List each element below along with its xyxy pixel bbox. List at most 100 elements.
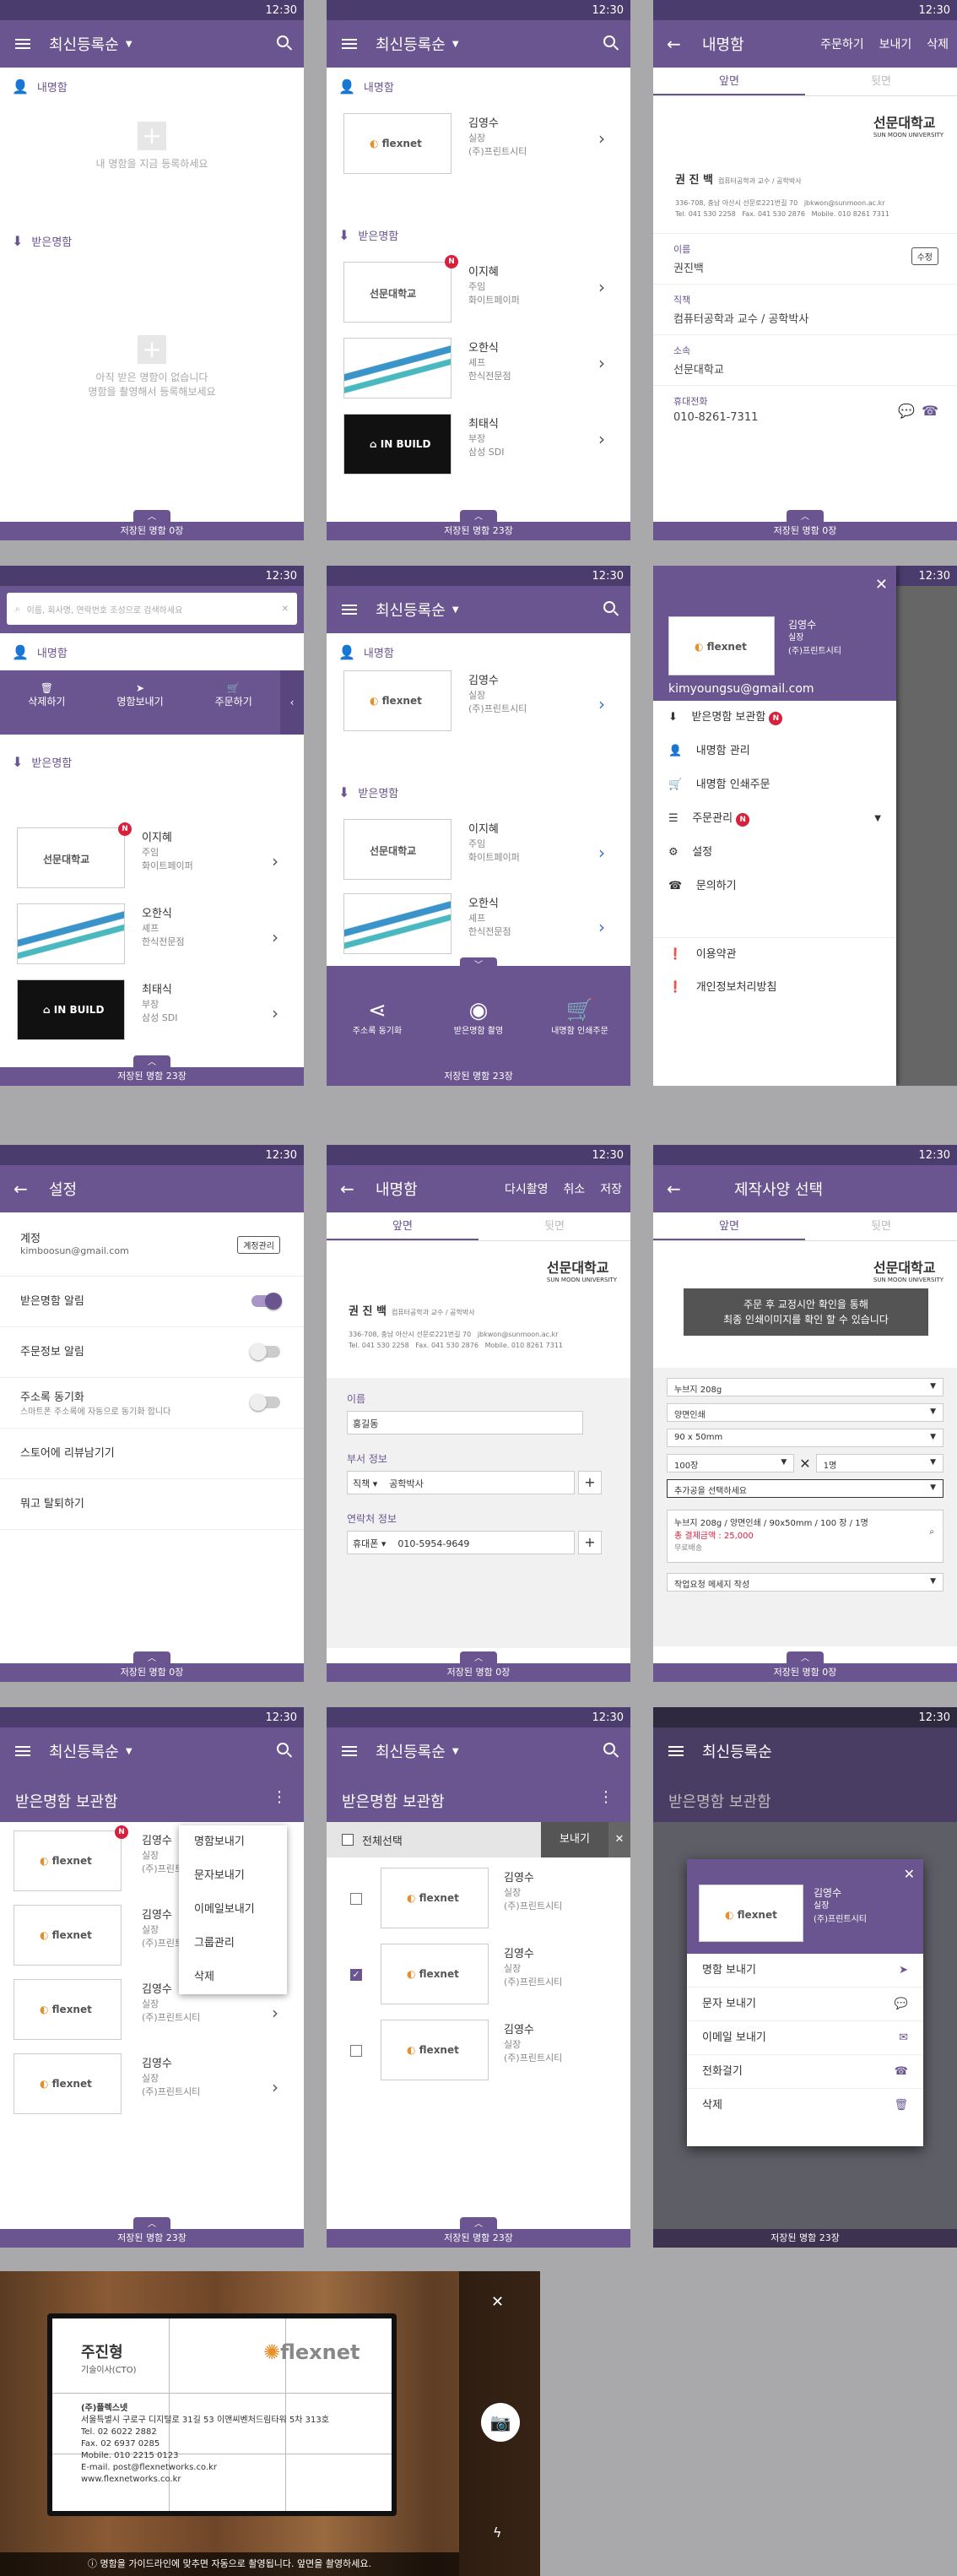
print-order-button[interactable]: 🛒 내명함 인쇄주문 <box>529 966 630 1067</box>
received-alert-row[interactable]: 받은명함 알림 <box>0 1277 304 1327</box>
chevron-up-icon[interactable]: ︿ <box>133 2217 170 2231</box>
tab-front[interactable]: 앞면 <box>653 68 805 95</box>
order-action[interactable]: 🛒 주문하기 <box>187 670 280 735</box>
menu-icon[interactable] <box>342 39 357 49</box>
chevron-up-icon[interactable]: ︿ <box>787 510 824 523</box>
list-item[interactable]: ◐ flexnet 김영수 실장 (주)프린트시티 › <box>327 105 630 181</box>
sync-row[interactable]: 주소록 동기화 스마트폰 주소록에 자동으로 동기화 합니다 <box>0 1378 304 1429</box>
item-checkbox[interactable] <box>350 1893 362 1905</box>
chevron-up-icon[interactable]: ︿ <box>460 510 497 523</box>
close-icon[interactable]: ✕ <box>875 576 888 594</box>
collapse-icon[interactable]: ‹ <box>280 670 304 735</box>
drawer-item-print[interactable]: 🛒 내명함 인쇄주문 <box>653 768 896 802</box>
my-empty[interactable]: + 내 명함을 지금 등록하세요 <box>0 122 304 171</box>
message-icon[interactable]: 💬 <box>898 403 915 419</box>
capture-card-button[interactable]: ◉ 받은명함 촬영 <box>428 966 529 1067</box>
chevron-up-icon[interactable]: ︿ <box>787 1651 824 1665</box>
send-button[interactable]: 보내기 <box>879 35 912 52</box>
search-icon[interactable] <box>603 601 615 613</box>
cancel-button[interactable]: 취소 <box>563 1180 585 1197</box>
add-icon[interactable]: + <box>138 335 166 364</box>
delete-action[interactable]: 🗑 삭제하기 <box>0 670 94 735</box>
list-item[interactable]: 오한식 셰프 한식전문점 › <box>327 329 630 405</box>
chevron-down-icon[interactable]: ﹀ <box>460 957 497 970</box>
flash-off-icon[interactable]: ϟ <box>493 2524 502 2541</box>
chevron-up-icon[interactable]: ︿ <box>460 1651 497 1665</box>
sort-dropdown[interactable]: 최신등록순 <box>49 1740 119 1762</box>
add-icon[interactable]: + <box>138 122 166 150</box>
review-row[interactable]: 스토어에 리뷰남기기 <box>0 1429 304 1479</box>
tab-back[interactable]: 뒷면 <box>805 68 957 95</box>
list-item[interactable]: ◐ flexnet 김영수 실장 (주)프린트시티 › <box>327 670 630 746</box>
footer[interactable]: ︿ 저장된 명함 23장 <box>327 510 630 540</box>
order-alert-toggle[interactable] <box>250 1343 280 1360</box>
menu-item-sms[interactable]: 문자보내기 <box>179 1859 287 1893</box>
drawer-item-terms[interactable]: ❗ 이용약관 <box>653 937 896 971</box>
search-icon[interactable] <box>277 1743 289 1754</box>
tab-back[interactable]: 뒷면 <box>805 1212 957 1240</box>
name-input[interactable]: 홍길동 <box>347 1411 583 1434</box>
chevron-up-icon[interactable]: ︿ <box>133 510 170 523</box>
menu-item-group[interactable]: 그룹관리 <box>179 1927 287 1960</box>
menu-icon[interactable] <box>15 39 30 49</box>
close-icon[interactable]: ✕ <box>491 2293 504 2311</box>
camera-shutter-button[interactable]: 📷 <box>481 2403 520 2442</box>
menu-icon[interactable] <box>342 1746 357 1756</box>
chevron-up-icon[interactable]: ︿ <box>133 1055 170 1069</box>
chevron-up-icon[interactable]: ︿ <box>460 2217 497 2231</box>
chevron-up-icon[interactable]: ︿ <box>133 1651 170 1665</box>
select-all-checkbox[interactable] <box>342 1834 354 1846</box>
sort-dropdown[interactable]: 최신등록순 <box>49 33 119 55</box>
menu-item-send-card[interactable]: 명함보내기 <box>179 1825 287 1859</box>
footer[interactable]: ︿ 저장된 명함 0장 <box>653 510 957 540</box>
share-email-option[interactable]: 이메일 보내기 ✉ <box>687 2021 923 2055</box>
sort-dropdown[interactable]: 최신등록순 <box>376 33 446 55</box>
back-arrow-icon[interactable]: ← <box>667 34 684 54</box>
call-option[interactable]: 전화걸기 ☎ <box>687 2055 923 2089</box>
search-icon[interactable] <box>603 35 615 47</box>
memo-button[interactable]: 작업요청 메세지 작성 <box>667 1573 943 1592</box>
footer[interactable]: ︿ 저장된 명함 23장 <box>0 2217 304 2248</box>
back-arrow-icon[interactable]: ← <box>14 1179 30 1199</box>
list-item[interactable]: 오한식 셰프 한식전문점 › <box>0 903 304 979</box>
drawer-item-received[interactable]: ⬇ 받은명함 보관함 N <box>653 701 896 735</box>
people-select[interactable]: 1명 <box>815 1454 943 1472</box>
footer[interactable]: ︿ 저장된 명함 0장 <box>0 1651 304 1682</box>
footer[interactable]: ︿ 저장된 명함 0장 <box>327 1651 630 1682</box>
footer[interactable]: ︿ 저장된 명함 0장 <box>653 1651 957 1682</box>
sync-contacts-button[interactable]: ⋖ 주소록 동기화 <box>327 966 428 1067</box>
item-checkbox[interactable] <box>350 2045 362 2057</box>
retake-button[interactable]: 다시촬영 <box>505 1180 549 1197</box>
drawer-item-contact[interactable]: ☎ 문의하기 <box>653 870 896 903</box>
list-item[interactable]: ✓ ◐ flexnet 김영수 실장 (주)프린트시티 <box>327 1944 630 2020</box>
tab-back[interactable]: 뒷면 <box>478 1212 630 1240</box>
quantity-select[interactable]: 100장 <box>667 1454 795 1472</box>
contact-field[interactable]: 휴대폰 ▾ 010-5954-9649 <box>347 1531 575 1554</box>
sort-dropdown[interactable]: 최신등록순 <box>376 1740 446 1762</box>
menu-item-delete[interactable]: 삭제 <box>179 1960 287 1994</box>
received-empty[interactable]: + 아직 받은 명함이 없습니다 명함을 촬영해서 등록해보세요 <box>0 335 304 399</box>
size-select[interactable]: 90 x 50mm <box>667 1429 943 1447</box>
received-alert-toggle[interactable] <box>251 1293 282 1310</box>
close-icon[interactable]: ✕ <box>904 1866 915 1882</box>
send-button[interactable]: 보내기 <box>541 1822 608 1857</box>
item-checkbox-checked[interactable]: ✓ <box>350 1969 362 1981</box>
paper-select[interactable]: 누브지 208g <box>667 1378 943 1396</box>
drawer-item-orders[interactable]: ☰ 주문관리 N ▼ <box>653 802 896 836</box>
list-item[interactable]: 선문대학교 N 이지혜 주임 화이트페이퍼 › <box>0 822 304 903</box>
menu-icon[interactable] <box>15 1746 30 1756</box>
print-side-select[interactable]: 양면인쇄 <box>667 1403 943 1422</box>
more-vert-icon[interactable]: ⋮ <box>272 1788 287 1806</box>
back-arrow-icon[interactable]: ← <box>340 1179 357 1199</box>
share-sms-option[interactable]: 문자 보내기 💬 <box>687 1988 923 2021</box>
add-icon[interactable]: + <box>578 1471 602 1494</box>
tab-front[interactable]: 앞면 <box>327 1212 478 1240</box>
list-item[interactable]: ◐ flexnet 김영수 실장 (주)프린트시티 › <box>0 2053 304 2129</box>
save-button[interactable]: 저장 <box>600 1180 622 1197</box>
footer[interactable]: ︿ 저장된 명함 0장 <box>0 510 304 540</box>
search-icon[interactable] <box>277 35 289 47</box>
list-item[interactable]: ⌂ IN BUILD 최태식 부장 삼성 SDI › <box>327 405 630 481</box>
list-item[interactable]: 선문대학교 이지혜 주임 화이트페이퍼 › <box>327 819 630 895</box>
menu-item-email[interactable]: 이메일보내기 <box>179 1893 287 1927</box>
tab-front[interactable]: 앞면 <box>653 1212 805 1240</box>
